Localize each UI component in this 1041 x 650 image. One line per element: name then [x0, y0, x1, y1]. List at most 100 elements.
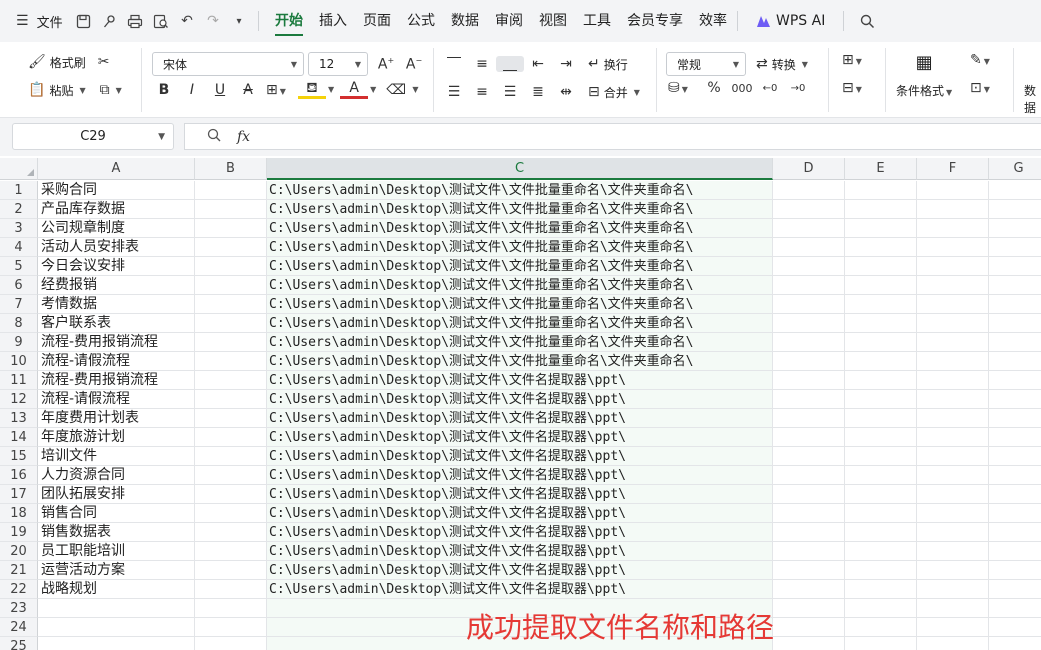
column-header-g[interactable]: G [989, 158, 1041, 180]
cell-d[interactable] [773, 485, 845, 504]
cell-b[interactable] [195, 447, 267, 466]
cell-c[interactable]: C:\Users\admin\Desktop\测试文件\文件批量重命名\文件夹重… [267, 314, 773, 333]
cell-a[interactable]: 销售数据表 [38, 523, 195, 542]
cell-e[interactable] [845, 599, 917, 618]
align-right-icon[interactable]: ☰ [496, 84, 524, 100]
cell-a[interactable]: 流程-请假流程 [38, 352, 195, 371]
cell-f[interactable] [917, 447, 989, 466]
cell-f[interactable] [917, 409, 989, 428]
cell-e[interactable] [845, 485, 917, 504]
cell-d[interactable] [773, 333, 845, 352]
cell-b[interactable] [195, 276, 267, 295]
increase-decimal-icon[interactable]: ←0 [756, 83, 784, 94]
row-header[interactable]: 2 [0, 200, 38, 219]
row-header[interactable]: 21 [0, 561, 38, 580]
align-center-icon[interactable]: ≡ [468, 84, 496, 100]
cell-g[interactable] [989, 428, 1041, 447]
paste-button[interactable]: 📋 粘贴 ▼ [24, 78, 90, 102]
cell-b[interactable] [195, 352, 267, 371]
cell-g[interactable] [989, 219, 1041, 238]
cell-f[interactable] [917, 371, 989, 390]
cell-d[interactable] [773, 181, 845, 200]
thousands-icon[interactable]: 000 [728, 82, 756, 95]
row-header[interactable]: 18 [0, 504, 38, 523]
cell-d[interactable] [773, 238, 845, 257]
wps-ai-button[interactable]: WPS AI [746, 13, 835, 29]
copy-button[interactable]: ⧉ ▼ [96, 78, 126, 102]
row-header[interactable]: 15 [0, 447, 38, 466]
font-size-select[interactable]: 12 ▼ [308, 52, 368, 76]
share-icon[interactable] [98, 10, 120, 32]
cell-c[interactable]: C:\Users\admin\Desktop\测试文件\文件批量重命名\文件夹重… [267, 352, 773, 371]
cell-b[interactable] [195, 599, 267, 618]
cell-d[interactable] [773, 447, 845, 466]
cell-e[interactable] [845, 295, 917, 314]
cell-f[interactable] [917, 561, 989, 580]
cell-d[interactable] [773, 561, 845, 580]
cell-b[interactable] [195, 523, 267, 542]
chevron-down-icon[interactable]: ▼ [412, 85, 418, 94]
row-header[interactable]: 17 [0, 485, 38, 504]
cell-e[interactable] [845, 257, 917, 276]
tab-insert[interactable]: 插入 [311, 0, 355, 42]
cell-f[interactable] [917, 542, 989, 561]
cell-a[interactable]: 培训文件 [38, 447, 195, 466]
borders-icon[interactable]: ⊞ ▼ [262, 82, 290, 98]
row-header[interactable]: 5 [0, 257, 38, 276]
tab-page[interactable]: 页面 [355, 0, 399, 42]
cell-c[interactable]: C:\Users\admin\Desktop\测试文件\文件名提取器\ppt\ [267, 580, 773, 599]
tab-review[interactable]: 审阅 [487, 0, 531, 42]
cell-b[interactable] [195, 219, 267, 238]
cell-b[interactable] [195, 504, 267, 523]
search-icon[interactable] [856, 10, 878, 32]
cell-a[interactable]: 考情数据 [38, 295, 195, 314]
merge-button[interactable]: ⊟ 合并 ▼ [584, 80, 644, 104]
cell-f[interactable] [917, 200, 989, 219]
cell-b[interactable] [195, 580, 267, 599]
align-left-icon[interactable]: ☰ [440, 84, 468, 100]
cut-button[interactable]: ✂ [94, 50, 114, 74]
font-name-select[interactable]: 宋体 ▼ [152, 52, 304, 76]
cell-d[interactable] [773, 257, 845, 276]
cell-f[interactable] [917, 238, 989, 257]
row-header[interactable]: 9 [0, 333, 38, 352]
cell-a[interactable]: 产品库存数据 [38, 200, 195, 219]
cell-b[interactable] [195, 257, 267, 276]
table-style-icon[interactable]: ⊞ ▼ [838, 52, 866, 68]
redo-icon[interactable]: ↷ [202, 10, 224, 32]
cell-g[interactable] [989, 618, 1041, 637]
clear-format-icon[interactable]: ⌫ [382, 82, 410, 98]
underline-icon[interactable]: U [206, 82, 234, 98]
cell-a[interactable]: 经费报销 [38, 276, 195, 295]
cell-a[interactable]: 采购合同 [38, 181, 195, 200]
cell-e[interactable] [845, 200, 917, 219]
cell-a[interactable]: 员工职能培训 [38, 542, 195, 561]
freeze-icon[interactable]: ⊡ ▼ [966, 80, 994, 96]
print-preview-icon[interactable] [150, 10, 172, 32]
cell-a[interactable]: 活动人员安排表 [38, 238, 195, 257]
cell-a[interactable]: 年度旅游计划 [38, 428, 195, 447]
row-header[interactable]: 19 [0, 523, 38, 542]
cell-b[interactable] [195, 333, 267, 352]
distributed-icon[interactable]: ⇹ [552, 84, 580, 100]
cell-b[interactable] [195, 181, 267, 200]
cell-b[interactable] [195, 390, 267, 409]
cell-f[interactable] [917, 352, 989, 371]
cell-style-icon[interactable]: ⊟ ▼ [838, 80, 866, 96]
cell-b[interactable] [195, 637, 267, 650]
cell-d[interactable] [773, 314, 845, 333]
cell-d[interactable] [773, 390, 845, 409]
cell-c[interactable]: C:\Users\admin\Desktop\测试文件\文件批量重命名\文件夹重… [267, 333, 773, 352]
cell-f[interactable] [917, 466, 989, 485]
row-header[interactable]: 23 [0, 599, 38, 618]
increase-font-icon[interactable]: A+ [372, 56, 400, 73]
cell-e[interactable] [845, 314, 917, 333]
cell-c[interactable]: C:\Users\admin\Desktop\测试文件\文件名提取器\ppt\ [267, 371, 773, 390]
cell-a[interactable]: 流程-请假流程 [38, 390, 195, 409]
increase-indent-icon[interactable]: ⇥ [552, 56, 580, 72]
chevron-down-icon[interactable]: ▼ [370, 85, 376, 94]
cell-g[interactable] [989, 390, 1041, 409]
cell-d[interactable] [773, 504, 845, 523]
column-header-a[interactable]: A [38, 158, 195, 180]
cell-b[interactable] [195, 542, 267, 561]
